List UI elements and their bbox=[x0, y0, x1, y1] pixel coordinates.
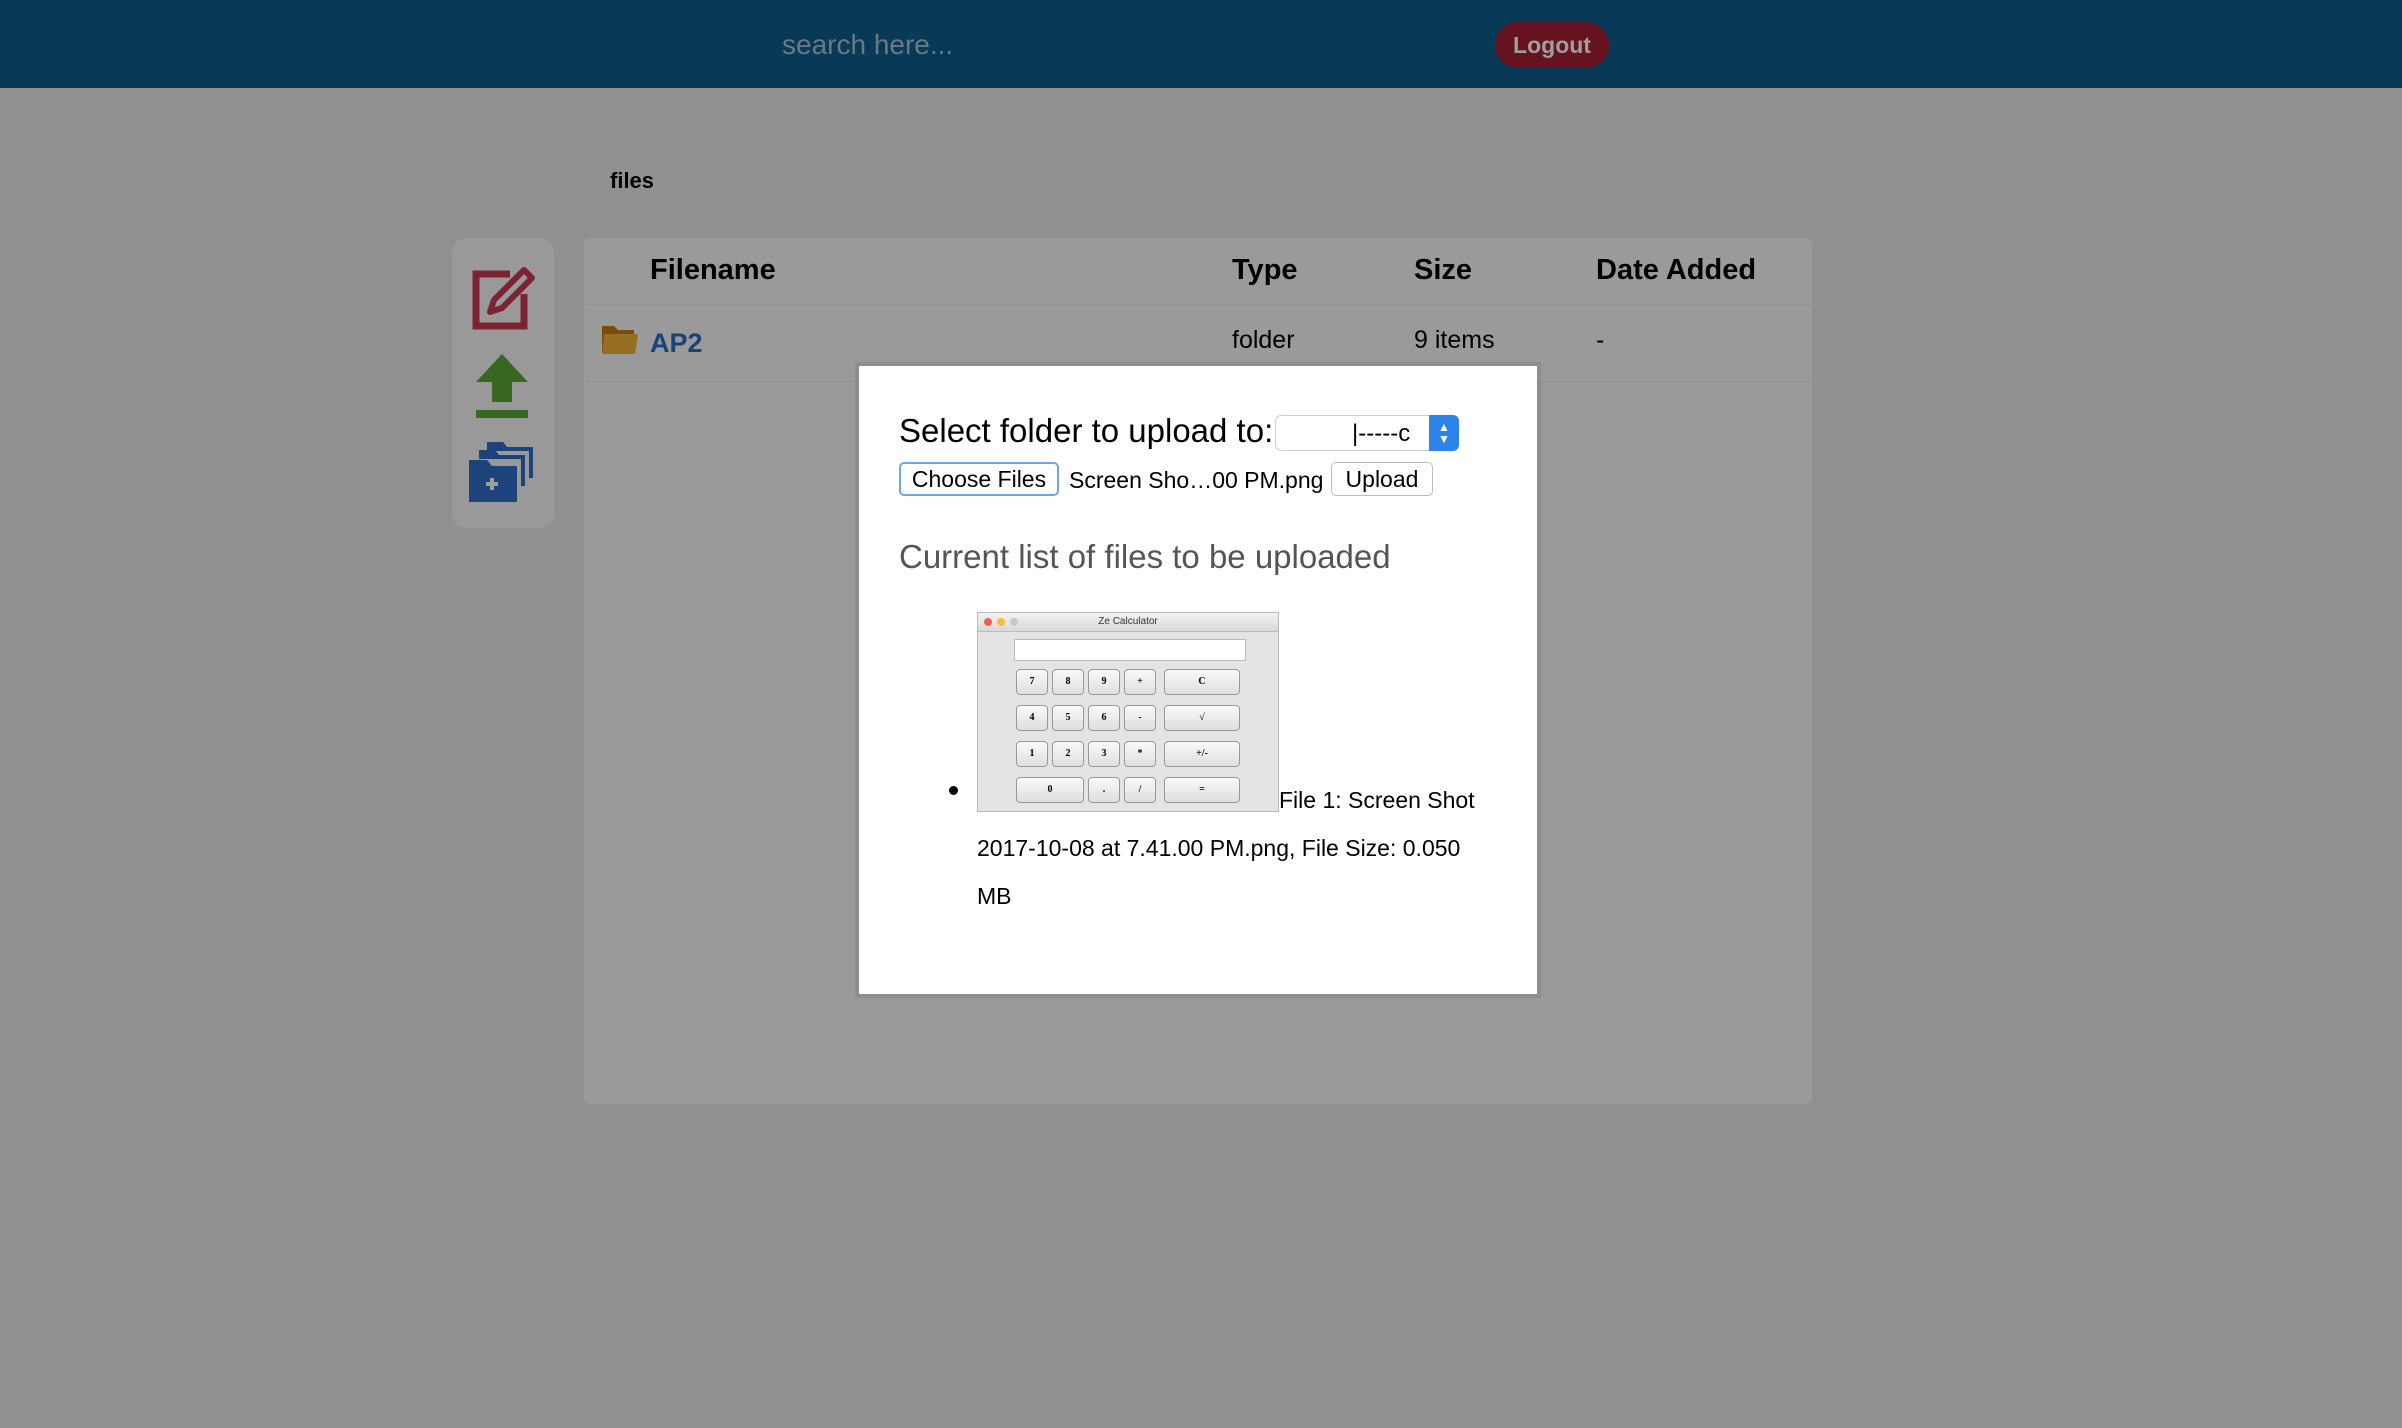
folder-select[interactable]: |-----c ▲ ▼ bbox=[1275, 415, 1459, 451]
calculator-key: C bbox=[1164, 669, 1240, 695]
folder-select-value: |-----c bbox=[1352, 420, 1411, 447]
calculator-display bbox=[1014, 639, 1246, 661]
calculator-key: 8 bbox=[1052, 669, 1084, 695]
upload-modal: Select folder to upload to: |-----c ▲ ▼ C… bbox=[855, 362, 1541, 998]
choose-files-button[interactable]: Choose Files bbox=[899, 462, 1059, 496]
calculator-key: - bbox=[1124, 705, 1156, 731]
list-bullet bbox=[949, 786, 958, 795]
chosen-file-name: Screen Sho…00 PM.png bbox=[1069, 467, 1324, 493]
upload-button[interactable]: Upload bbox=[1331, 462, 1433, 496]
calculator-key: 5 bbox=[1052, 705, 1084, 731]
calculator-key: 9 bbox=[1088, 669, 1120, 695]
calculator-key: 3 bbox=[1088, 741, 1120, 767]
calculator-key: 4 bbox=[1016, 705, 1048, 731]
calculator-key: * bbox=[1124, 741, 1156, 767]
calculator-key: √ bbox=[1164, 705, 1240, 731]
select-arrows-icon: ▲ ▼ bbox=[1429, 415, 1459, 451]
file-info: File 1: Screen Shot 2017-10-08 at 7.41.0… bbox=[977, 787, 1475, 909]
thumbnail-titlebar: Ze Calculator bbox=[978, 613, 1278, 632]
calculator-key: 2 bbox=[1052, 741, 1084, 767]
calculator-key: +/- bbox=[1164, 741, 1240, 767]
calculator-key: + bbox=[1124, 669, 1156, 695]
calculator-key: 7 bbox=[1016, 669, 1048, 695]
calculator-key: 6 bbox=[1088, 705, 1120, 731]
modal-title: Select folder to upload to: bbox=[899, 412, 1274, 449]
thumbnail-title: Ze Calculator bbox=[1098, 616, 1158, 627]
upload-list-heading: Current list of files to be uploaded bbox=[899, 538, 1391, 575]
calculator-key: 1 bbox=[1016, 741, 1048, 767]
